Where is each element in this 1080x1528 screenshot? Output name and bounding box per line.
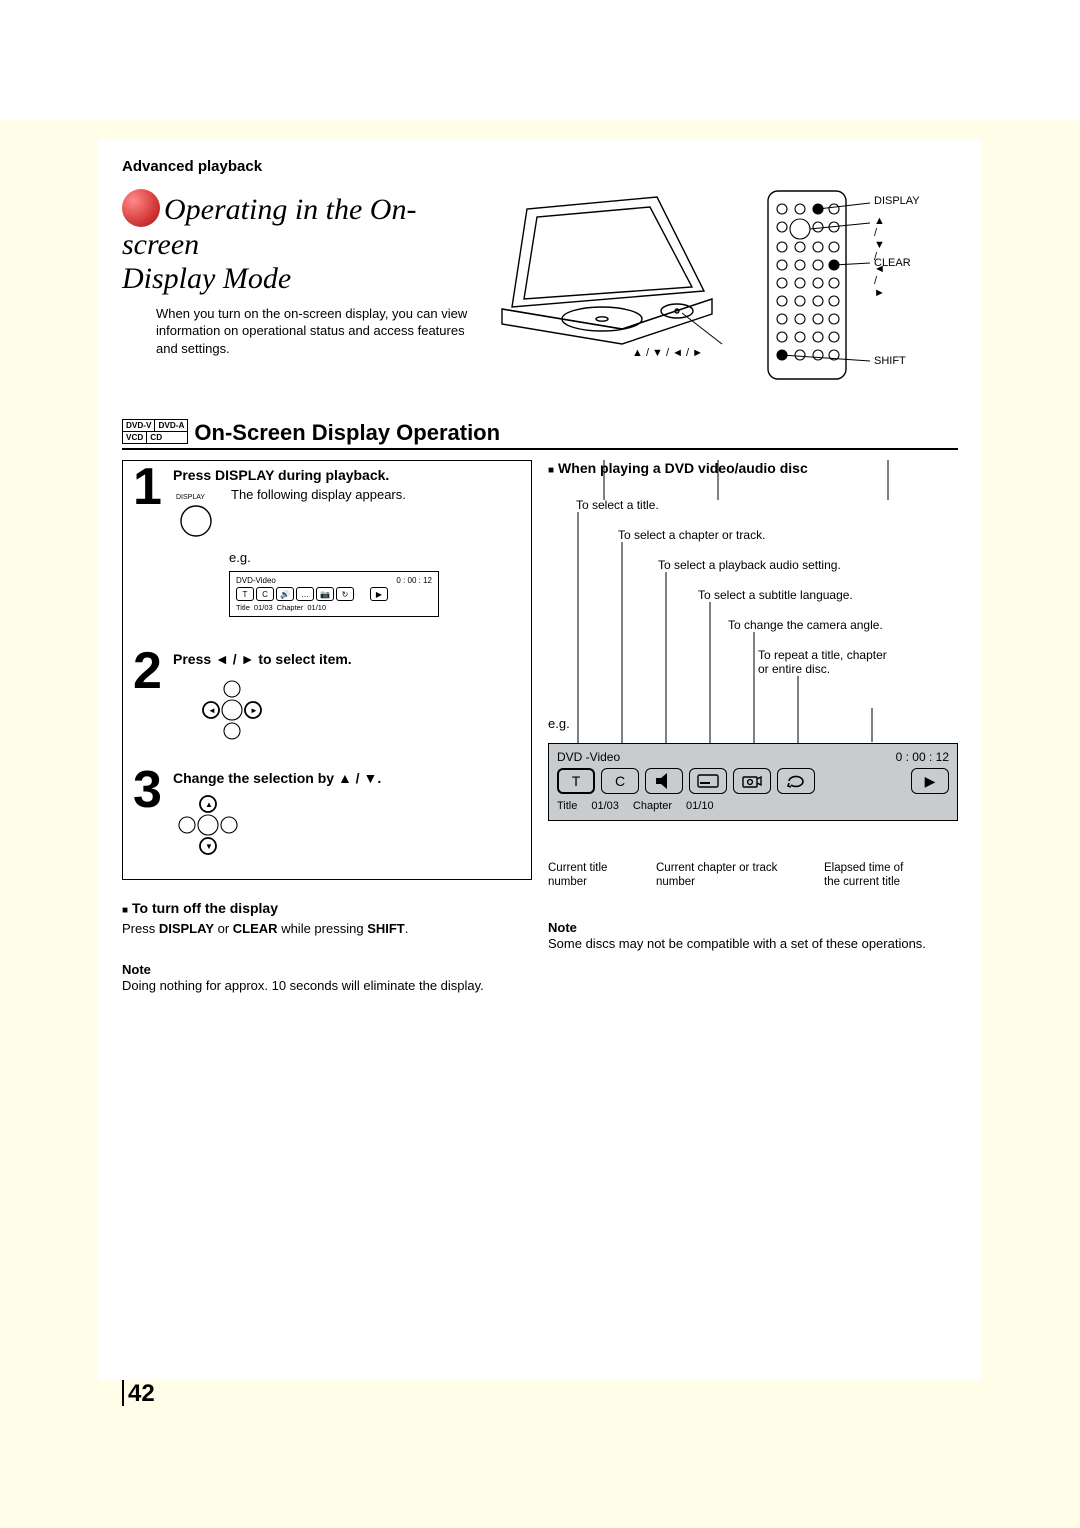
svg-text:►: ► — [250, 706, 258, 715]
osd-mini: DVD-Video 0 : 00 : 12 T C 🔊 … 📷 ↻ — [229, 571, 439, 617]
title-line2: Display Mode — [122, 262, 291, 295]
step-3-post: . — [377, 770, 381, 786]
osd-mini-time: 0 : 00 : 12 — [396, 576, 432, 585]
big-subtitle-icon — [689, 768, 727, 794]
device-illustrations: ▲ / ▼ / ◄ / ► — [482, 189, 958, 389]
badge-vcd: VCD — [123, 432, 147, 443]
osd-mini-title-val: 01/03 — [254, 603, 273, 612]
sel-angle: To change the camera angle. — [728, 618, 883, 634]
dvd-eg: e.g. — [548, 716, 958, 731]
nav-pad-lr-icon: ◄► — [197, 675, 521, 750]
note-left-text: Doing nothing for approx. 10 seconds wil… — [122, 977, 532, 995]
note-right-text: Some discs may not be compatible with a … — [548, 935, 958, 953]
steps-box: 1 Press DISPLAY during playback. DISPLAY — [122, 460, 532, 880]
step-1-text: The following display appears. — [231, 487, 406, 502]
callout-3b: the current title — [824, 876, 900, 888]
step-3-pre: Change the selection by — [173, 770, 338, 786]
badge-dvd-v: DVD-V — [123, 420, 155, 431]
osd-big-title-val: 01/03 — [591, 800, 619, 812]
remote-shift-label: SHIFT — [874, 355, 906, 367]
big-angle-icon — [733, 768, 771, 794]
osd-big-title-lbl: Title — [557, 800, 577, 812]
dvd-player-icon — [482, 189, 732, 369]
osd-subtitle-icon: … — [296, 587, 314, 601]
step-1-heading: Press DISPLAY during playback. — [173, 467, 521, 483]
nav-pad-ud-icon: ▲▼ — [173, 790, 521, 865]
osd-repeat-icon: ↻ — [336, 587, 354, 601]
step-2-pre: Press — [173, 651, 215, 667]
callout-1b: number — [548, 876, 587, 888]
osd-mini-title-lbl: Title — [236, 603, 250, 612]
svg-text:▲: ▲ — [205, 800, 213, 809]
step-3-heading: Change the selection by ▲ / ▼. — [173, 770, 521, 786]
section-title: On-Screen Display Operation — [194, 420, 500, 446]
osd-big-type: DVD -Video — [557, 750, 620, 764]
sel-chapter: To select a chapter or track. — [618, 528, 765, 544]
osd-big-ch-val: 01/10 — [686, 800, 714, 812]
osd-big: DVD -Video 0 : 00 : 12 T C ▶ — [548, 743, 958, 821]
callout-3a: Elapsed time of — [824, 862, 903, 874]
osd-big-ch-lbl: Chapter — [633, 800, 672, 812]
red-sphere-icon — [122, 189, 160, 227]
sel-title: To select a title. — [576, 498, 659, 514]
callout-1a: Current title — [548, 862, 607, 874]
note-left-heading: Note — [122, 962, 532, 977]
svg-text:◄: ◄ — [208, 706, 216, 715]
step-3-arrows: ▲ / ▼ — [338, 770, 377, 786]
display-btn-label: DISPLAY — [176, 494, 205, 501]
step-2-number: 2 — [133, 651, 173, 693]
big-play-icon: ▶ — [911, 768, 949, 794]
svg-text:▼: ▼ — [205, 842, 213, 851]
note-right-heading: Note — [548, 920, 958, 935]
osd-t-icon: T — [236, 587, 254, 601]
osd-mini-ch-val: 01/10 — [307, 603, 326, 612]
title-intro: When you turn on the on-screen display, … — [156, 305, 476, 358]
sel-subtitle: To select a subtitle language. — [698, 588, 853, 604]
remote-display-label: DISPLAY — [874, 195, 920, 207]
disc-type-badges: DVD-V DVD-A VCD CD — [122, 419, 188, 444]
step-2-heading: Press ◄ / ► to select item. — [173, 651, 521, 667]
turn-off-heading: ■To turn off the display — [122, 900, 532, 916]
step-2-arrows: ◄ / ► — [215, 651, 254, 667]
remote-icon — [762, 185, 872, 385]
osd-big-time: 0 : 00 : 12 — [896, 750, 949, 764]
osd-mini-ch-lbl: Chapter — [277, 603, 304, 612]
osd-c-icon: C — [256, 587, 274, 601]
step-2-post: to select item. — [254, 651, 351, 667]
callout-2b: number — [656, 876, 695, 888]
step-1-number: 1 — [133, 467, 173, 509]
step-3-number: 3 — [133, 770, 173, 812]
player-arrows-label: ▲ / ▼ / ◄ / ► — [632, 347, 703, 359]
page-number: 42 — [122, 1380, 155, 1408]
section-header: Advanced playback — [122, 158, 958, 175]
osd-angle-icon: 📷 — [316, 587, 334, 601]
title-line1: Operating in the On-screen — [122, 193, 416, 261]
title-block: Operating in the On-screen Display Mode … — [122, 189, 482, 357]
badge-cd: CD — [147, 432, 165, 443]
sel-repeat2: or entire disc. — [758, 662, 830, 678]
big-repeat-icon — [777, 768, 815, 794]
display-button-icon: DISPLAY — [173, 491, 219, 546]
osd-audio-icon: 🔊 — [276, 587, 294, 601]
osd-mini-type: DVD-Video — [236, 576, 276, 585]
callout-2a: Current chapter or track — [656, 862, 777, 874]
big-c-icon: C — [601, 768, 639, 794]
step-1-eg: e.g. — [229, 550, 521, 565]
osd-play-icon: ▶ — [370, 587, 388, 601]
big-t-icon: T — [557, 768, 595, 794]
turn-off-text: Press DISPLAY or CLEAR while pressing SH… — [122, 920, 532, 938]
badge-dvd-a: DVD-A — [155, 420, 187, 431]
remote-clear-label: CLEAR — [874, 257, 911, 269]
big-audio-icon — [645, 768, 683, 794]
sel-audio: To select a playback audio setting. — [658, 558, 841, 574]
dvd-heading: ■When playing a DVD video/audio disc — [548, 460, 958, 476]
